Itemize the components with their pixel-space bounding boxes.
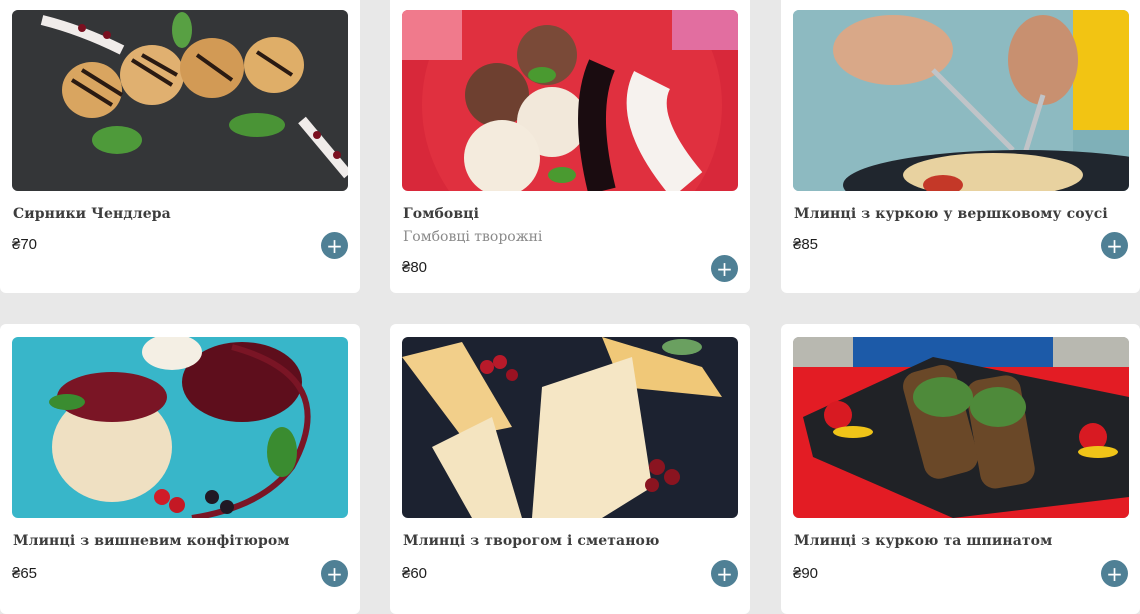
add-to-cart-button[interactable]: + <box>711 560 738 587</box>
dish-photo[interactable] <box>793 10 1129 191</box>
add-to-cart-button[interactable]: + <box>321 232 348 259</box>
pancakes-cherry-image <box>12 337 348 518</box>
pancakes-curd-image <box>402 337 738 518</box>
dish-description: Гомбовці творожні <box>403 229 543 245</box>
dish-photo[interactable] <box>793 337 1129 518</box>
menu-card[interactable]: Млинці з куркою у вершковому соусі ₴85 + <box>781 0 1140 293</box>
dish-price: ₴65 <box>12 565 38 582</box>
dish-photo[interactable] <box>402 10 738 191</box>
pancakes-chicken-cream-image <box>793 10 1129 191</box>
dish-name: Гомбовці <box>403 206 480 222</box>
dish-name: Млинці з вишневим конфітюром <box>13 533 290 549</box>
dish-name: Млинці з куркою та шпинатом <box>794 533 1053 549</box>
dish-photo[interactable] <box>402 337 738 518</box>
menu-card[interactable]: Млинці з вишневим конфітюром ₴65 + <box>0 324 360 614</box>
menu-card[interactable]: Млинці з творогом і сметаною ₴60 + <box>390 324 750 614</box>
add-to-cart-button[interactable]: + <box>711 255 738 282</box>
dish-price: ₴80 <box>402 259 428 276</box>
add-to-cart-button[interactable]: + <box>321 560 348 587</box>
dish-name: Млинці з куркою у вершковому соусі <box>794 206 1108 222</box>
dish-price: ₴85 <box>793 236 819 253</box>
menu-card[interactable]: Сирники Чендлера ₴70 + <box>0 0 360 293</box>
syrnyky-image <box>12 10 348 191</box>
pancakes-spinach-image <box>793 337 1129 518</box>
dish-photo[interactable] <box>12 337 348 518</box>
dish-name: Сирники Чендлера <box>13 206 171 222</box>
gombovtsi-image <box>402 10 738 191</box>
add-to-cart-button[interactable]: + <box>1101 560 1128 587</box>
dish-price: ₴90 <box>793 565 819 582</box>
dish-photo[interactable] <box>12 10 348 191</box>
menu-card[interactable]: Гомбовці Гомбовці творожні ₴80 + <box>390 0 750 293</box>
dish-price: ₴70 <box>12 236 38 253</box>
dish-price: ₴60 <box>402 565 428 582</box>
dish-name: Млинці з творогом і сметаною <box>403 533 660 549</box>
add-to-cart-button[interactable]: + <box>1101 232 1128 259</box>
menu-card[interactable]: Млинці з куркою та шпинатом ₴90 + <box>781 324 1140 614</box>
